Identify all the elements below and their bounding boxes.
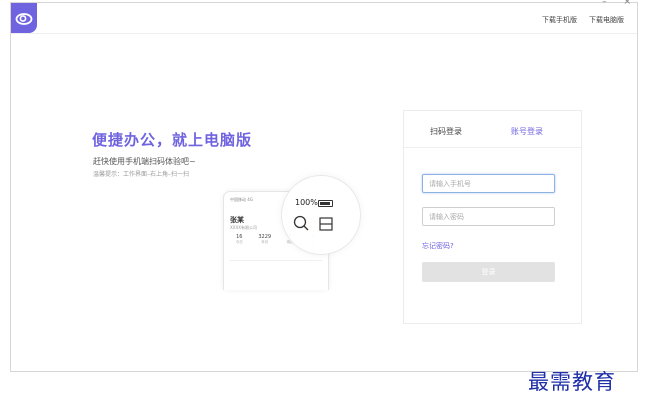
window-controls: – ×: [588, 0, 631, 7]
password-input[interactable]: [422, 207, 555, 226]
promo-tip: 温馨提示：工作界面–右上角–扫一扫: [93, 171, 190, 178]
phone-list-row: [230, 260, 322, 271]
minimize-button[interactable]: –: [602, 0, 607, 7]
magnifier-illustration: 100%: [281, 175, 361, 255]
phone-status-text: 中国移动 4G: [230, 197, 253, 202]
promo-headline: 便捷办公，就上电脑版: [92, 131, 253, 149]
app-window: – × 下载手机版 下载电脑版 便捷办公，就上电脑版 赶快使用手机端扫码体验吧~…: [10, 0, 638, 372]
cloud-logo-icon: [15, 13, 33, 25]
search-icon: [293, 215, 309, 231]
phone-input[interactable]: [422, 174, 555, 193]
phone-company: XXXX有限公司: [230, 225, 257, 230]
download-mobile-link[interactable]: 下载手机版: [542, 15, 577, 25]
title-bar: – × 下载手机版 下载电脑版: [11, 0, 637, 34]
login-panel: 扫码登录 账号登录 忘记密码? 登录: [403, 110, 582, 324]
stat-item: 3229 本月: [258, 234, 271, 245]
app-logo: [11, 3, 37, 33]
close-button[interactable]: ×: [623, 0, 631, 7]
stat-label: 今日: [235, 240, 243, 244]
stat-label: 本月: [261, 240, 269, 244]
battery-icon: [318, 200, 333, 207]
tab-qr-login[interactable]: 扫码登录: [430, 126, 462, 137]
scan-icon: [319, 217, 333, 231]
download-pc-link[interactable]: 下载电脑版: [589, 15, 624, 25]
forgot-password-link[interactable]: 忘记密码?: [422, 241, 454, 251]
login-button[interactable]: 登录: [422, 262, 555, 282]
phone-fade: [224, 272, 328, 290]
battery-percent: 100%: [295, 198, 318, 207]
promo-subline: 赶快使用手机端扫码体验吧~: [93, 157, 196, 166]
watermark-text: 最需教育: [528, 370, 616, 394]
titlebar-divider: [11, 33, 637, 34]
stat-item: 16 今日: [236, 234, 243, 245]
tab-divider: [404, 147, 581, 148]
tab-account-login[interactable]: 账号登录: [511, 126, 543, 137]
phone-user-name: 张某: [230, 216, 244, 224]
